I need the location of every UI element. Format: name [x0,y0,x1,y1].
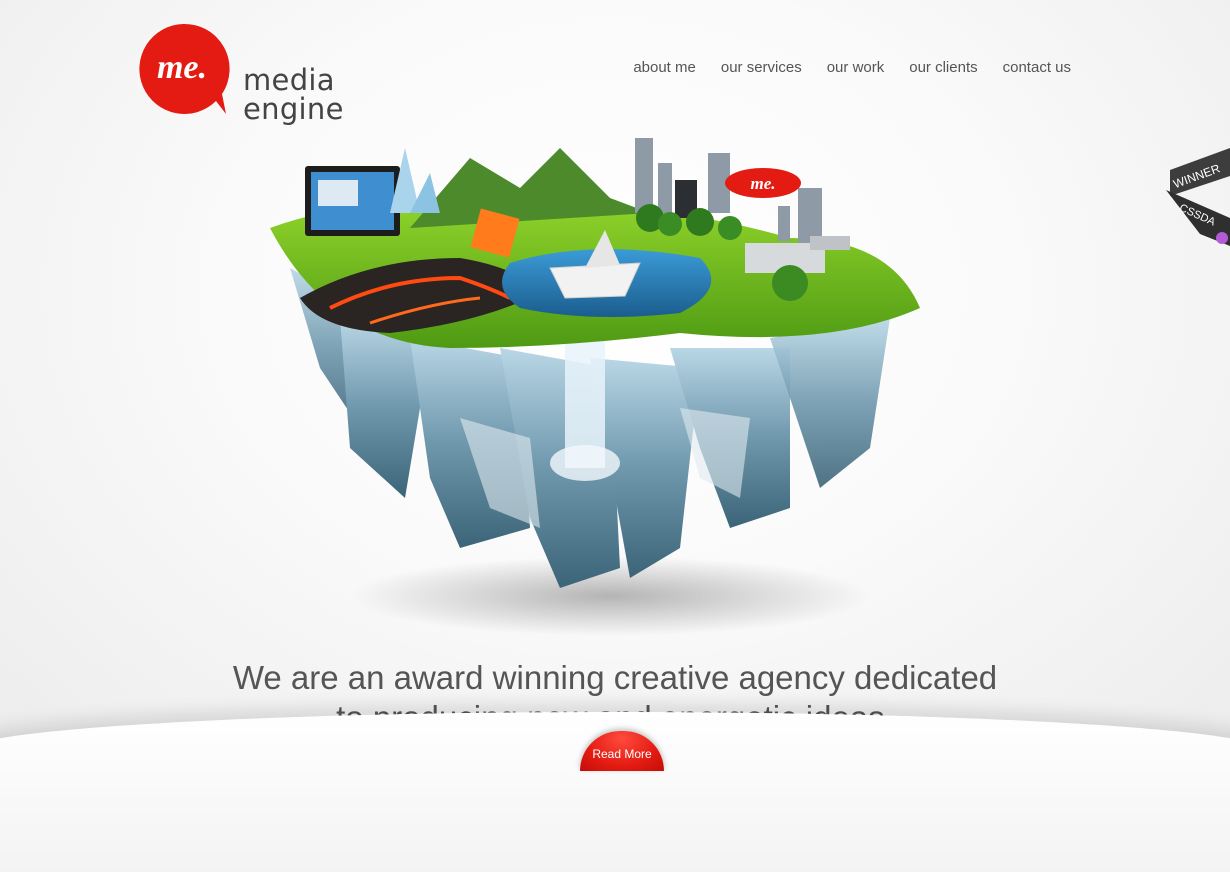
brand-name: media engine [243,63,344,126]
headline-line-1: We are an award winning creative agency … [232,659,998,697]
nav-our-work[interactable]: our work [827,59,885,76]
award-ribbon[interactable]: WINNER CSSDA [1160,148,1230,248]
award-gem-icon [1216,232,1228,244]
logo[interactable]: me. media engine [136,22,426,124]
nav-our-services[interactable]: our services [721,59,802,76]
nav-about-me[interactable]: about me [633,59,696,76]
main-nav: about me our services our work our clien… [633,59,1071,76]
logo-badge: me. [139,23,230,114]
logo-badge-text: me. [157,49,207,86]
blimp-text: me. [750,174,775,193]
nav-contact-us[interactable]: contact us [1003,59,1071,76]
hero-illustration: me. [270,138,920,636]
nav-our-clients[interactable]: our clients [909,59,977,76]
